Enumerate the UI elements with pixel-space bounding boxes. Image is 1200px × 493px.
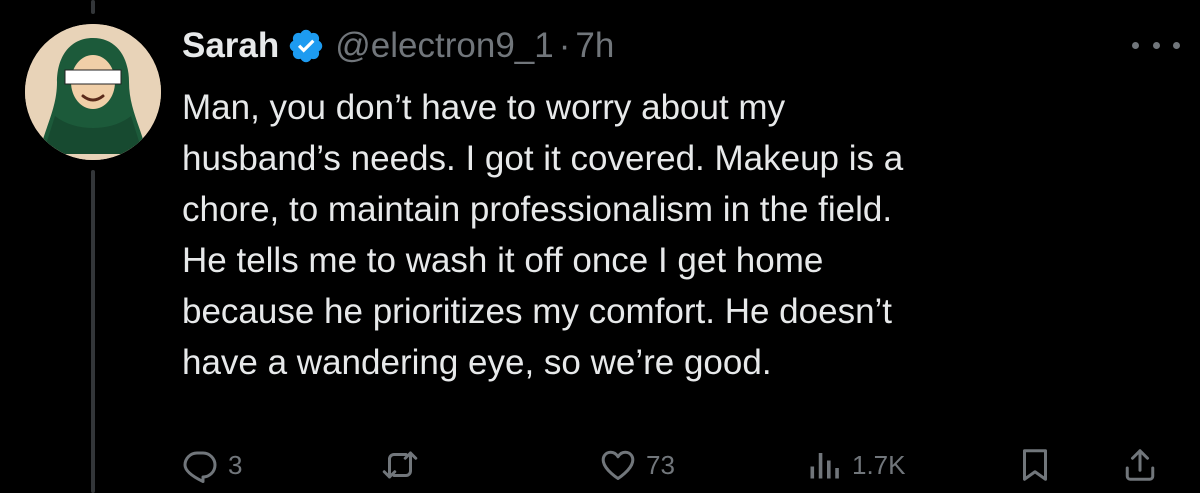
timestamp[interactable]: 7h — [575, 26, 614, 66]
avatar[interactable] — [25, 24, 161, 160]
heart-icon — [601, 450, 635, 480]
separator-dot: · — [558, 26, 571, 65]
share-icon — [1125, 449, 1155, 481]
verified-badge-icon[interactable] — [287, 27, 325, 65]
avatar-illustration-icon — [25, 24, 161, 160]
like-button[interactable]: 73 — [600, 442, 675, 488]
action-bar: 3 73 1.7K — [182, 442, 1172, 488]
more-icon[interactable] — [1132, 30, 1180, 60]
views-count: 1.7K — [852, 449, 906, 480]
display-name[interactable]: Sarah — [182, 26, 279, 66]
user-handle[interactable]: @electron9_1 — [335, 26, 553, 66]
views-icon — [810, 453, 839, 479]
more-dot — [1173, 41, 1180, 49]
tweet-text: Man, you don’t have to worry about my hu… — [182, 88, 904, 382]
share-button[interactable] — [1122, 442, 1158, 488]
reply-button[interactable]: 3 — [182, 442, 242, 488]
more-dot — [1152, 41, 1160, 49]
tweet-header: Sarah @electron9_1 · 7h — [182, 20, 614, 72]
reply-icon — [183, 451, 217, 483]
repost-icon — [382, 451, 418, 479]
reply-count: 3 — [228, 449, 243, 480]
thread-line-top — [91, 0, 95, 14]
repost-button[interactable] — [382, 442, 428, 488]
bookmark-button[interactable] — [1017, 442, 1053, 488]
like-count: 73 — [646, 449, 675, 480]
more-dot — [1132, 41, 1139, 49]
tweet-container[interactable]: Sarah @electron9_1 · 7h Man, you don’t h… — [0, 0, 1200, 493]
thread-line — [91, 170, 95, 493]
views-button[interactable]: 1.7K — [806, 442, 906, 488]
bookmark-icon — [1023, 449, 1047, 481]
